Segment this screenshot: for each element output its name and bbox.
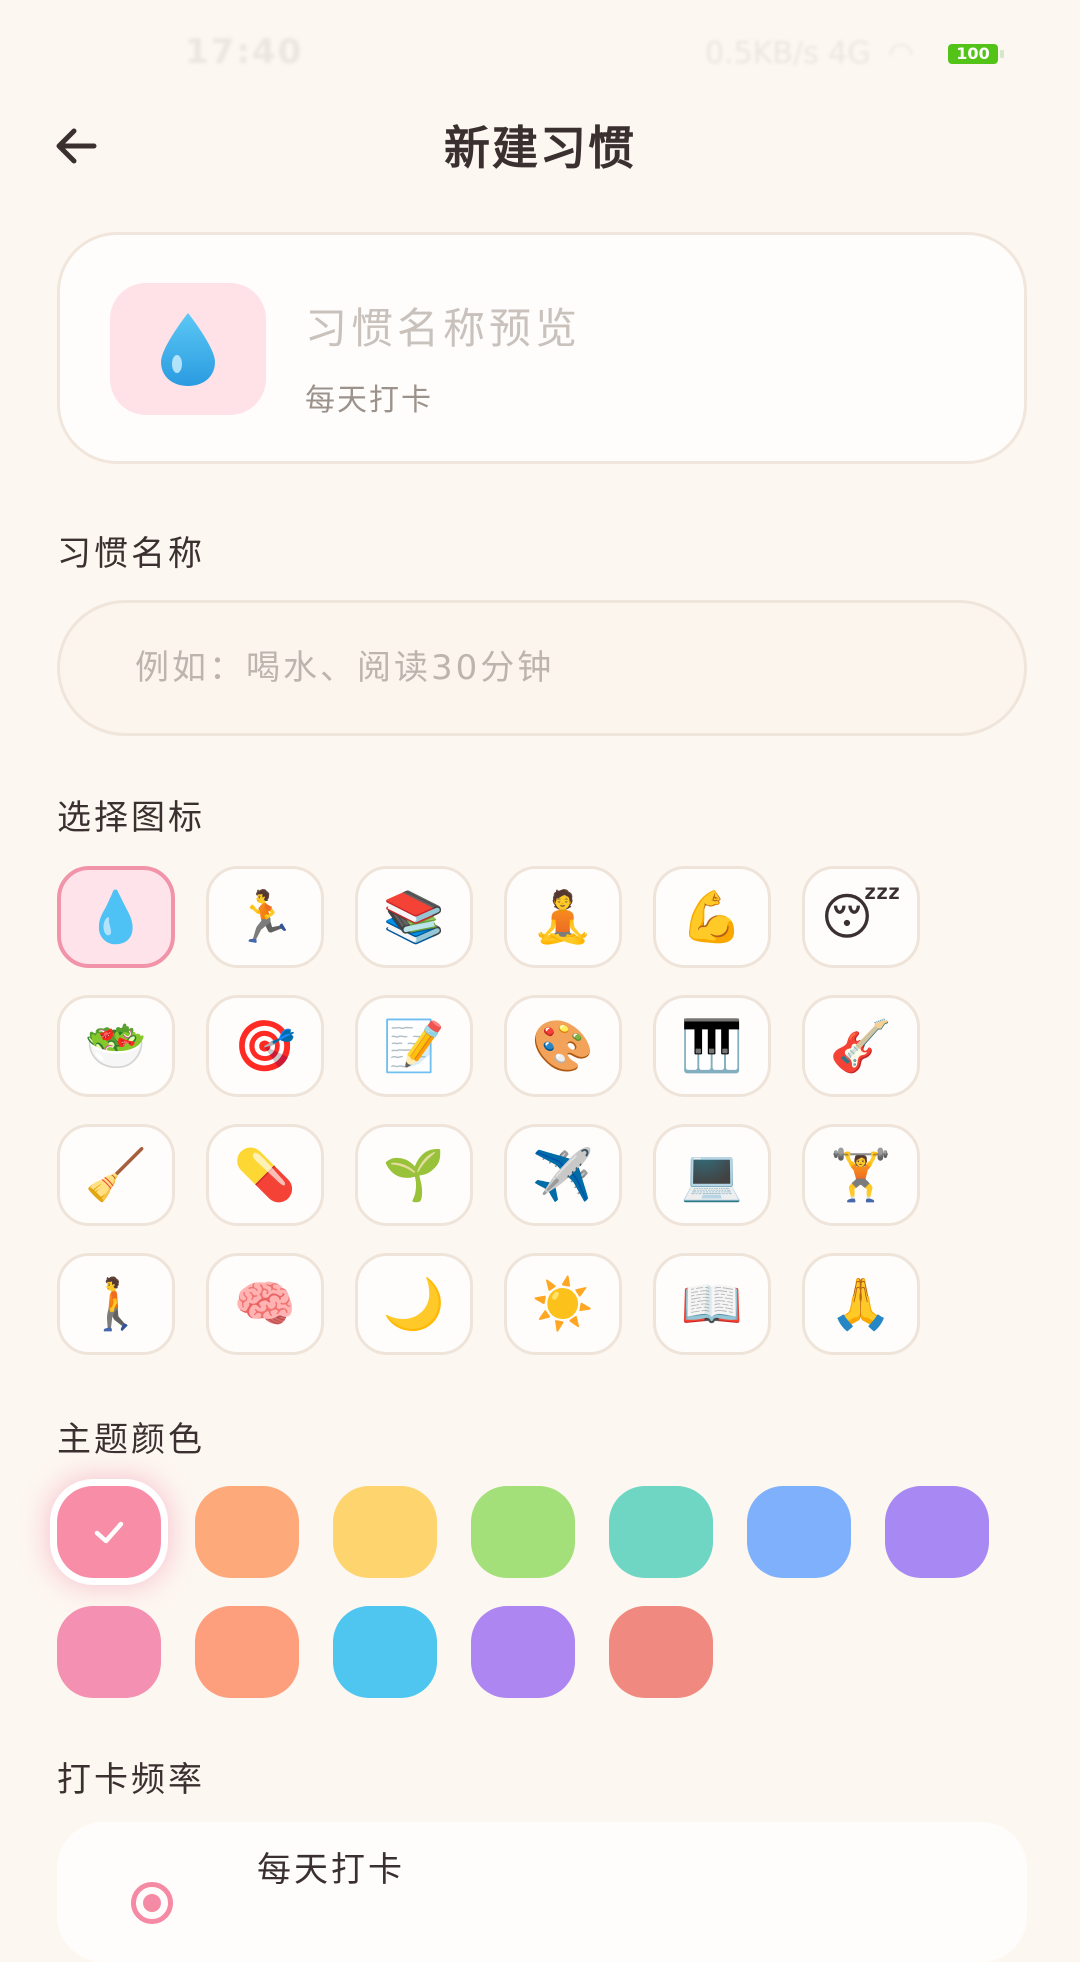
icon-option-glyph: ☀️ [531, 1275, 595, 1333]
color-swatch[interactable] [57, 1486, 161, 1578]
status-bar: 17:40 0.5KB/s 4G ◠ 100 [0, 0, 1080, 108]
icon-option[interactable]: 🏋️ [802, 1124, 920, 1226]
icon-option[interactable]: 🌱 [355, 1124, 473, 1226]
frequency-section-label: 打卡频率 [57, 1760, 205, 1800]
icon-option-glyph: 💊 [233, 1146, 297, 1204]
network-speed: 0.5KB/s 4G [705, 36, 871, 71]
icon-option[interactable]: 🚶 [57, 1253, 175, 1355]
habit-name-label: 习惯名称 [57, 534, 205, 574]
icon-option-glyph: 🧹 [84, 1146, 148, 1204]
icon-option-glyph: 🧘 [531, 888, 595, 946]
color-swatch[interactable] [471, 1486, 575, 1578]
icon-section-label: 选择图标 [57, 798, 205, 838]
icon-option-glyph: 🏃 [233, 888, 297, 946]
icon-option[interactable]: 📚 [355, 866, 473, 968]
icon-option[interactable]: 💻 [653, 1124, 771, 1226]
color-swatch[interactable] [195, 1486, 299, 1578]
icon-option[interactable]: 🎸 [802, 995, 920, 1097]
icon-option-glyph: 🚶 [84, 1275, 148, 1333]
icon-option[interactable]: 😴 [802, 866, 920, 968]
check-icon [57, 1486, 161, 1578]
icon-option[interactable]: 🧠 [206, 1253, 324, 1355]
icon-option[interactable]: 🥗 [57, 995, 175, 1097]
icon-option[interactable]: 🌙 [355, 1253, 473, 1355]
icon-option-glyph: 🙏 [829, 1275, 893, 1333]
wifi-icon: ◠ [888, 36, 915, 71]
icon-option[interactable]: 🧘 [504, 866, 622, 968]
icon-option-glyph: 💧 [84, 888, 148, 946]
icon-option[interactable]: 📖 [653, 1253, 771, 1355]
icon-option[interactable]: 🏃 [206, 866, 324, 968]
icon-option[interactable]: 💪 [653, 866, 771, 968]
icon-option[interactable]: 🎨 [504, 995, 622, 1097]
icon-option-glyph: 🥗 [84, 1017, 148, 1075]
icon-option-glyph: 🌱 [382, 1146, 446, 1204]
battery-tip [1000, 50, 1004, 58]
color-swatch[interactable] [471, 1606, 575, 1698]
icon-option[interactable]: 🙏 [802, 1253, 920, 1355]
icon-option-glyph: 📚 [382, 888, 446, 946]
icon-option-glyph: 🧠 [233, 1275, 297, 1333]
radio-selected-icon[interactable] [131, 1882, 173, 1924]
color-swatch[interactable] [885, 1486, 989, 1578]
color-swatch[interactable] [57, 1606, 161, 1698]
preview-icon-box [110, 283, 266, 415]
icon-option-glyph: 🌙 [382, 1275, 446, 1333]
icon-option-glyph: 🏋️ [829, 1146, 893, 1204]
icon-option-glyph: 🎸 [829, 1017, 893, 1075]
icon-option[interactable]: 🧹 [57, 1124, 175, 1226]
frequency-option-daily[interactable]: 每天打卡 [57, 1822, 1027, 1962]
habit-preview-card: 习惯名称预览 每天打卡 [57, 232, 1027, 464]
color-swatch[interactable] [609, 1486, 713, 1578]
preview-name: 习惯名称预览 [305, 304, 582, 353]
icon-option-glyph: 🎹 [680, 1017, 744, 1075]
color-swatch[interactable] [195, 1606, 299, 1698]
battery-icon: 100 [948, 44, 998, 64]
water-drop-icon [161, 313, 215, 386]
frequency-option-label: 每天打卡 [257, 1850, 405, 1890]
preview-frequency: 每天打卡 [305, 383, 433, 418]
icon-option[interactable]: 📝 [355, 995, 473, 1097]
icon-option-glyph: ✈️ [531, 1146, 595, 1204]
icon-option-glyph: 💻 [680, 1146, 744, 1204]
color-swatch[interactable] [333, 1486, 437, 1578]
icon-option[interactable]: ✈️ [504, 1124, 622, 1226]
icon-option[interactable]: 🎹 [653, 995, 771, 1097]
color-swatch[interactable] [747, 1486, 851, 1578]
icon-option-glyph: 💪 [680, 888, 744, 946]
icon-option-glyph: 📝 [382, 1017, 446, 1075]
color-section-label: 主题颜色 [57, 1420, 205, 1460]
icon-option-glyph: 🎯 [233, 1017, 297, 1075]
page-title: 新建习惯 [444, 121, 636, 175]
icon-option[interactable]: 💊 [206, 1124, 324, 1226]
status-time: 17:40 [185, 32, 304, 72]
icon-option-glyph: 😴 [820, 888, 902, 946]
icon-option-glyph: 📖 [680, 1275, 744, 1333]
icon-option-glyph: 🎨 [531, 1017, 595, 1075]
color-swatch[interactable] [333, 1606, 437, 1698]
habit-name-input[interactable] [57, 600, 1027, 736]
icon-option[interactable]: 💧 [57, 866, 175, 968]
icon-option[interactable]: 🎯 [206, 995, 324, 1097]
icon-option[interactable]: ☀️ [504, 1253, 622, 1355]
color-swatch[interactable] [609, 1606, 713, 1698]
